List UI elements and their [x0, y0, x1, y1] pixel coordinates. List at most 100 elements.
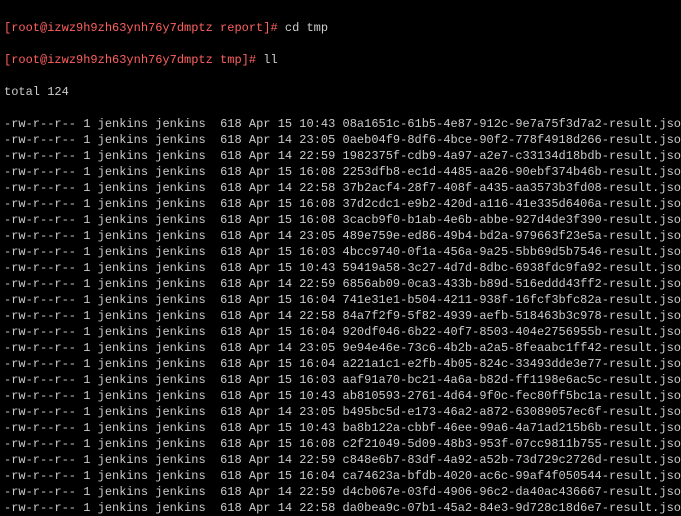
perm: -rw-r--r--: [4, 165, 76, 179]
date: Apr 15 16:04: [249, 325, 335, 339]
size: 618: [213, 341, 242, 355]
size: 618: [213, 165, 242, 179]
owner: jenkins: [98, 373, 148, 387]
total-line: total 124: [4, 84, 677, 100]
group: jenkins: [155, 213, 205, 227]
file-name: ba8b122a-cbbf-46ee-99a6-4a71ad215b6b-res…: [343, 421, 681, 435]
size: 618: [213, 181, 242, 195]
perm: -rw-r--r--: [4, 373, 76, 387]
listing-row: -rw-r--r-- 1 jenkins jenkins 618 Apr 15 …: [4, 164, 677, 180]
listing-row: -rw-r--r-- 1 jenkins jenkins 618 Apr 14 …: [4, 308, 677, 324]
perm: -rw-r--r--: [4, 245, 76, 259]
owner: jenkins: [98, 181, 148, 195]
perm: -rw-r--r--: [4, 389, 76, 403]
date: Apr 14 23:05: [249, 133, 335, 147]
listing-row: -rw-r--r-- 1 jenkins jenkins 618 Apr 15 …: [4, 196, 677, 212]
terminal-output[interactable]: [root@izwz9h9zh63ynh76y7dmptz report]# c…: [0, 0, 681, 516]
perm: -rw-r--r--: [4, 117, 76, 131]
listing-row: -rw-r--r-- 1 jenkins jenkins 618 Apr 14 …: [4, 452, 677, 468]
group: jenkins: [155, 261, 205, 275]
size: 618: [213, 453, 242, 467]
links: 1: [83, 197, 90, 211]
links: 1: [83, 325, 90, 339]
group: jenkins: [155, 501, 205, 515]
perm: -rw-r--r--: [4, 309, 76, 323]
perm: -rw-r--r--: [4, 133, 76, 147]
listing-row: -rw-r--r-- 1 jenkins jenkins 618 Apr 14 …: [4, 404, 677, 420]
date: Apr 15 16:04: [249, 469, 335, 483]
listing-row: -rw-r--r-- 1 jenkins jenkins 618 Apr 15 …: [4, 324, 677, 340]
perm: -rw-r--r--: [4, 213, 76, 227]
perm: -rw-r--r--: [4, 229, 76, 243]
group: jenkins: [155, 453, 205, 467]
perm: -rw-r--r--: [4, 405, 76, 419]
size: 618: [213, 261, 242, 275]
date: Apr 15 16:08: [249, 197, 335, 211]
file-name: 9e94e46e-73c6-4b2b-a2a5-8feaabc1ff42-res…: [343, 341, 681, 355]
user-host: root@izwz9h9zh63ynh76y7dmptz: [11, 21, 213, 35]
group: jenkins: [155, 229, 205, 243]
perm: -rw-r--r--: [4, 181, 76, 195]
file-name: 489e759e-ed86-49b4-bd2a-979663f23e5a-res…: [343, 229, 681, 243]
size: 618: [213, 213, 242, 227]
size: 618: [213, 277, 242, 291]
listing-row: -rw-r--r-- 1 jenkins jenkins 618 Apr 15 …: [4, 244, 677, 260]
owner: jenkins: [98, 165, 148, 179]
size: 618: [213, 309, 242, 323]
size: 618: [213, 245, 242, 259]
owner: jenkins: [98, 325, 148, 339]
links: 1: [83, 341, 90, 355]
group: jenkins: [155, 357, 205, 371]
group: jenkins: [155, 437, 205, 451]
command: ll: [263, 53, 277, 67]
owner: jenkins: [98, 261, 148, 275]
owner: jenkins: [98, 133, 148, 147]
group: jenkins: [155, 341, 205, 355]
date: Apr 14 22:58: [249, 181, 335, 195]
links: 1: [83, 277, 90, 291]
listing-row: -rw-r--r-- 1 jenkins jenkins 618 Apr 15 …: [4, 212, 677, 228]
owner: jenkins: [98, 229, 148, 243]
group: jenkins: [155, 117, 205, 131]
owner: jenkins: [98, 149, 148, 163]
date: Apr 15 10:43: [249, 389, 335, 403]
perm: -rw-r--r--: [4, 437, 76, 451]
owner: jenkins: [98, 293, 148, 307]
file-name: 6856ab09-0ca3-433b-b89d-516eddd43ff2-res…: [343, 277, 681, 291]
group: jenkins: [155, 485, 205, 499]
owner: jenkins: [98, 501, 148, 515]
listing-row: -rw-r--r-- 1 jenkins jenkins 618 Apr 15 …: [4, 356, 677, 372]
file-name: a221a1c1-e2fb-4b05-824c-33493dde3e77-res…: [343, 357, 681, 371]
perm: -rw-r--r--: [4, 485, 76, 499]
perm: -rw-r--r--: [4, 469, 76, 483]
links: 1: [83, 117, 90, 131]
file-name: 3cacb9f0-b1ab-4e6b-abbe-927d4de3f390-res…: [343, 213, 681, 227]
perm: -rw-r--r--: [4, 453, 76, 467]
group: jenkins: [155, 245, 205, 259]
size: 618: [213, 389, 242, 403]
size: 618: [213, 357, 242, 371]
owner: jenkins: [98, 421, 148, 435]
perm: -rw-r--r--: [4, 341, 76, 355]
file-name: 1982375f-cdb9-4a97-a2e7-c33134d18bdb-res…: [343, 149, 681, 163]
file-name: ab810593-2761-4d64-9f0c-fec80ff5bc1a-res…: [343, 389, 681, 403]
file-name: 2253dfb8-ec1d-4485-aa26-90ebf374b46b-res…: [343, 165, 681, 179]
owner: jenkins: [98, 437, 148, 451]
group: jenkins: [155, 325, 205, 339]
size: 618: [213, 469, 242, 483]
listing-row: -rw-r--r-- 1 jenkins jenkins 618 Apr 15 …: [4, 420, 677, 436]
file-name: 37b2acf4-28f7-408f-a435-aa3573b3fd08-res…: [343, 181, 681, 195]
links: 1: [83, 261, 90, 275]
owner: jenkins: [98, 453, 148, 467]
date: Apr 15 16:08: [249, 165, 335, 179]
file-name: ca74623a-bfdb-4020-ac6c-99af4f050544-res…: [343, 469, 681, 483]
links: 1: [83, 485, 90, 499]
file-name: b495bc5d-e173-46a2-a872-63089057ec6f-res…: [343, 405, 681, 419]
links: 1: [83, 453, 90, 467]
owner: jenkins: [98, 357, 148, 371]
group: jenkins: [155, 421, 205, 435]
perm: -rw-r--r--: [4, 149, 76, 163]
size: 618: [213, 485, 242, 499]
perm: -rw-r--r--: [4, 421, 76, 435]
file-name: d4cb067e-03fd-4906-96c2-da40ac436667-res…: [343, 485, 681, 499]
